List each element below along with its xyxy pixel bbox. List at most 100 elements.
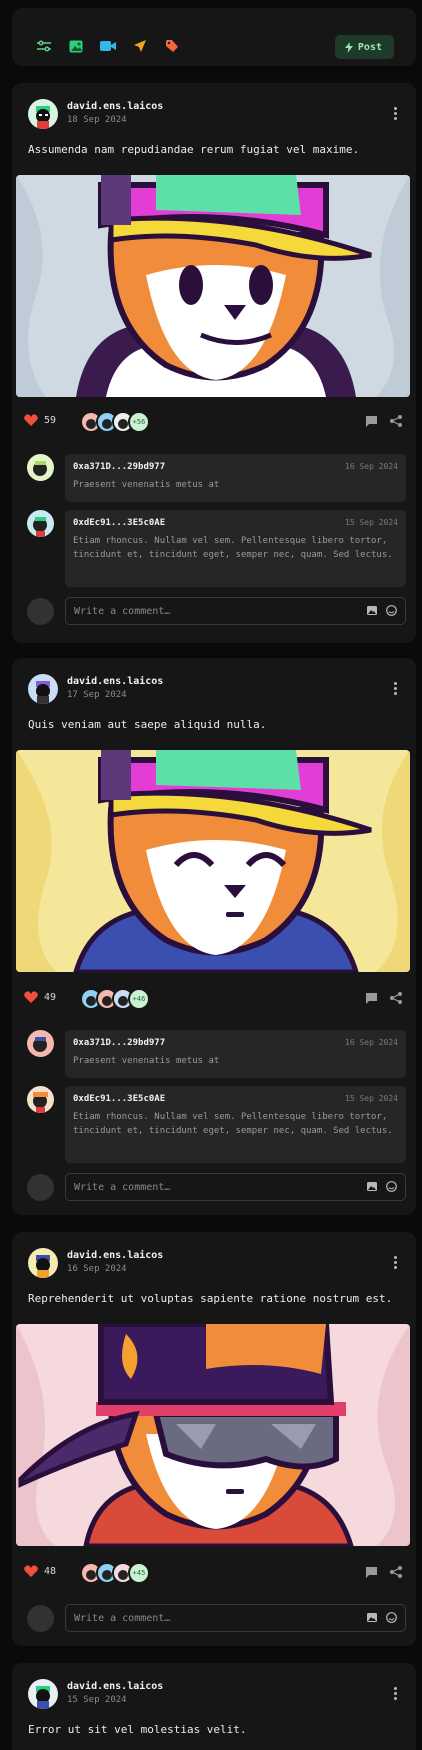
comment-input[interactable] xyxy=(74,598,334,624)
more-options-icon[interactable] xyxy=(390,682,400,696)
comment-icon[interactable] xyxy=(365,992,378,1004)
current-user-avatar xyxy=(27,1174,54,1201)
post-header: david.ens.laicos 15 Sep 2024 xyxy=(28,1679,400,1711)
more-likers-count: +45 xyxy=(128,1562,150,1584)
post-actions: 59 +56 xyxy=(24,411,402,435)
post-card: david.ens.laicos 17 Sep 2024 Quis veniam… xyxy=(12,658,416,1215)
more-options-icon[interactable] xyxy=(390,1256,400,1270)
comment-author[interactable]: 0xdEc91...3E5c0AE xyxy=(73,518,165,528)
post-card: david.ens.laicos 18 Sep 2024 Assumenda n… xyxy=(12,83,416,643)
add-image-icon[interactable] xyxy=(367,605,378,616)
author-name[interactable]: david.ens.laicos xyxy=(67,1681,163,1692)
heart-icon xyxy=(24,414,38,426)
post-image[interactable] xyxy=(16,175,410,397)
post-image[interactable] xyxy=(16,1324,410,1546)
post-header: david.ens.laicos 18 Sep 2024 xyxy=(28,99,400,131)
comment-bubble: 0xdEc91...3E5c0AE 15 Sep 2024 Etiam rhonc… xyxy=(65,510,406,587)
more-options-icon[interactable] xyxy=(390,107,400,121)
post-button-label: Post xyxy=(357,41,382,53)
comment-date: 15 Sep 2024 xyxy=(345,518,398,527)
comment-author[interactable]: 0xa371D...29bd977 xyxy=(73,462,165,472)
author-avatar[interactable] xyxy=(28,1679,58,1709)
liker-avatars[interactable]: +56 xyxy=(80,411,150,433)
comment-bubble: 0xa371D...29bd977 16 Sep 2024 Praesent ve… xyxy=(65,1030,406,1078)
post-text: Quis veniam aut saepe aliquid nulla. xyxy=(28,718,267,731)
post-card: david.ens.laicos 15 Sep 2024 Error ut si… xyxy=(12,1663,416,1750)
author-avatar[interactable] xyxy=(28,1248,58,1278)
share-icon[interactable] xyxy=(390,1566,402,1578)
comment-text: Praesent venenatis metus at xyxy=(73,1056,220,1066)
image-icon[interactable] xyxy=(66,36,86,56)
composer-icons xyxy=(34,36,182,56)
like-count: 48 xyxy=(44,1565,57,1577)
post-card: david.ens.laicos 16 Sep 2024 Reprehender… xyxy=(12,1232,416,1646)
emoji-icon[interactable] xyxy=(386,1181,397,1192)
comment-input[interactable] xyxy=(74,1605,334,1631)
commenter-avatar[interactable] xyxy=(27,1086,54,1113)
heart-icon xyxy=(24,991,38,1003)
comment-text: Etiam rhoncus. Nullam vel sem. Pellentes… xyxy=(73,1112,393,1136)
composer-bar: Post xyxy=(12,8,416,66)
add-image-icon[interactable] xyxy=(367,1181,378,1192)
post-date: 17 Sep 2024 xyxy=(67,690,127,700)
comment-text: Etiam rhoncus. Nullam vel sem. Pellentes… xyxy=(73,536,393,560)
liker-avatars[interactable]: +46 xyxy=(80,988,150,1010)
author-avatar[interactable] xyxy=(28,674,58,704)
like-button[interactable]: 59 xyxy=(24,414,56,426)
comment-author[interactable]: 0xa371D...29bd977 xyxy=(73,1038,165,1048)
add-image-icon[interactable] xyxy=(367,1612,378,1623)
emoji-icon[interactable] xyxy=(386,1612,397,1623)
commenter-avatar[interactable] xyxy=(27,510,54,537)
post-text: Error ut sit vel molestias velit. xyxy=(28,1723,247,1736)
location-arrow-icon[interactable] xyxy=(130,36,150,56)
author-name[interactable]: david.ens.laicos xyxy=(67,676,163,687)
comment-composer xyxy=(27,597,406,625)
more-likers-count: +56 xyxy=(128,411,150,433)
liker-avatars[interactable]: +45 xyxy=(80,1562,150,1584)
comment-date: 16 Sep 2024 xyxy=(345,1038,398,1047)
comment-icon[interactable] xyxy=(365,415,378,427)
emoji-icon[interactable] xyxy=(386,605,397,616)
comment-composer xyxy=(27,1173,406,1201)
heart-icon xyxy=(24,1565,38,1577)
post-date: 16 Sep 2024 xyxy=(67,1264,127,1274)
like-count: 49 xyxy=(44,991,57,1003)
sliders-icon[interactable] xyxy=(34,36,54,56)
post-button[interactable]: Post xyxy=(334,35,394,59)
comment-author[interactable]: 0xdEc91...3E5c0AE xyxy=(73,1094,165,1104)
comment-date: 15 Sep 2024 xyxy=(345,1094,398,1103)
comment-icon[interactable] xyxy=(365,1566,378,1578)
comment-input-box xyxy=(65,1173,406,1201)
post-action-icons xyxy=(365,1566,402,1578)
like-button[interactable]: 49 xyxy=(24,991,56,1003)
post-image[interactable] xyxy=(16,750,410,972)
tag-icon[interactable] xyxy=(162,36,182,56)
post-actions: 49 +46 xyxy=(24,988,402,1012)
post-date: 18 Sep 2024 xyxy=(67,115,127,125)
current-user-avatar xyxy=(27,598,54,625)
post-actions: 48 +45 xyxy=(24,1562,402,1586)
comment-input-box xyxy=(65,1604,406,1632)
post-action-icons xyxy=(365,992,402,1004)
author-name[interactable]: david.ens.laicos xyxy=(67,1250,163,1261)
current-user-avatar xyxy=(27,1605,54,1632)
comment-input[interactable] xyxy=(74,1174,334,1200)
comment-bubble: 0xa371D...29bd977 16 Sep 2024 Praesent ve… xyxy=(65,454,406,502)
commenter-avatar[interactable] xyxy=(27,454,54,481)
comment-input-box xyxy=(65,597,406,625)
author-avatar[interactable] xyxy=(28,99,58,129)
share-icon[interactable] xyxy=(390,992,402,1004)
comment-text: Praesent venenatis metus at xyxy=(73,480,220,490)
like-button[interactable]: 48 xyxy=(24,1565,56,1577)
lightning-icon xyxy=(344,41,353,53)
comment-bubble: 0xdEc91...3E5c0AE 15 Sep 2024 Etiam rhonc… xyxy=(65,1086,406,1163)
author-name[interactable]: david.ens.laicos xyxy=(67,101,163,112)
commenter-avatar[interactable] xyxy=(27,1030,54,1057)
more-likers-count: +46 xyxy=(128,988,150,1010)
share-icon[interactable] xyxy=(390,415,402,427)
video-icon[interactable] xyxy=(98,36,118,56)
post-date: 15 Sep 2024 xyxy=(67,1695,127,1705)
comment-date: 16 Sep 2024 xyxy=(345,462,398,471)
more-options-icon[interactable] xyxy=(390,1687,400,1701)
post-action-icons xyxy=(365,415,402,427)
